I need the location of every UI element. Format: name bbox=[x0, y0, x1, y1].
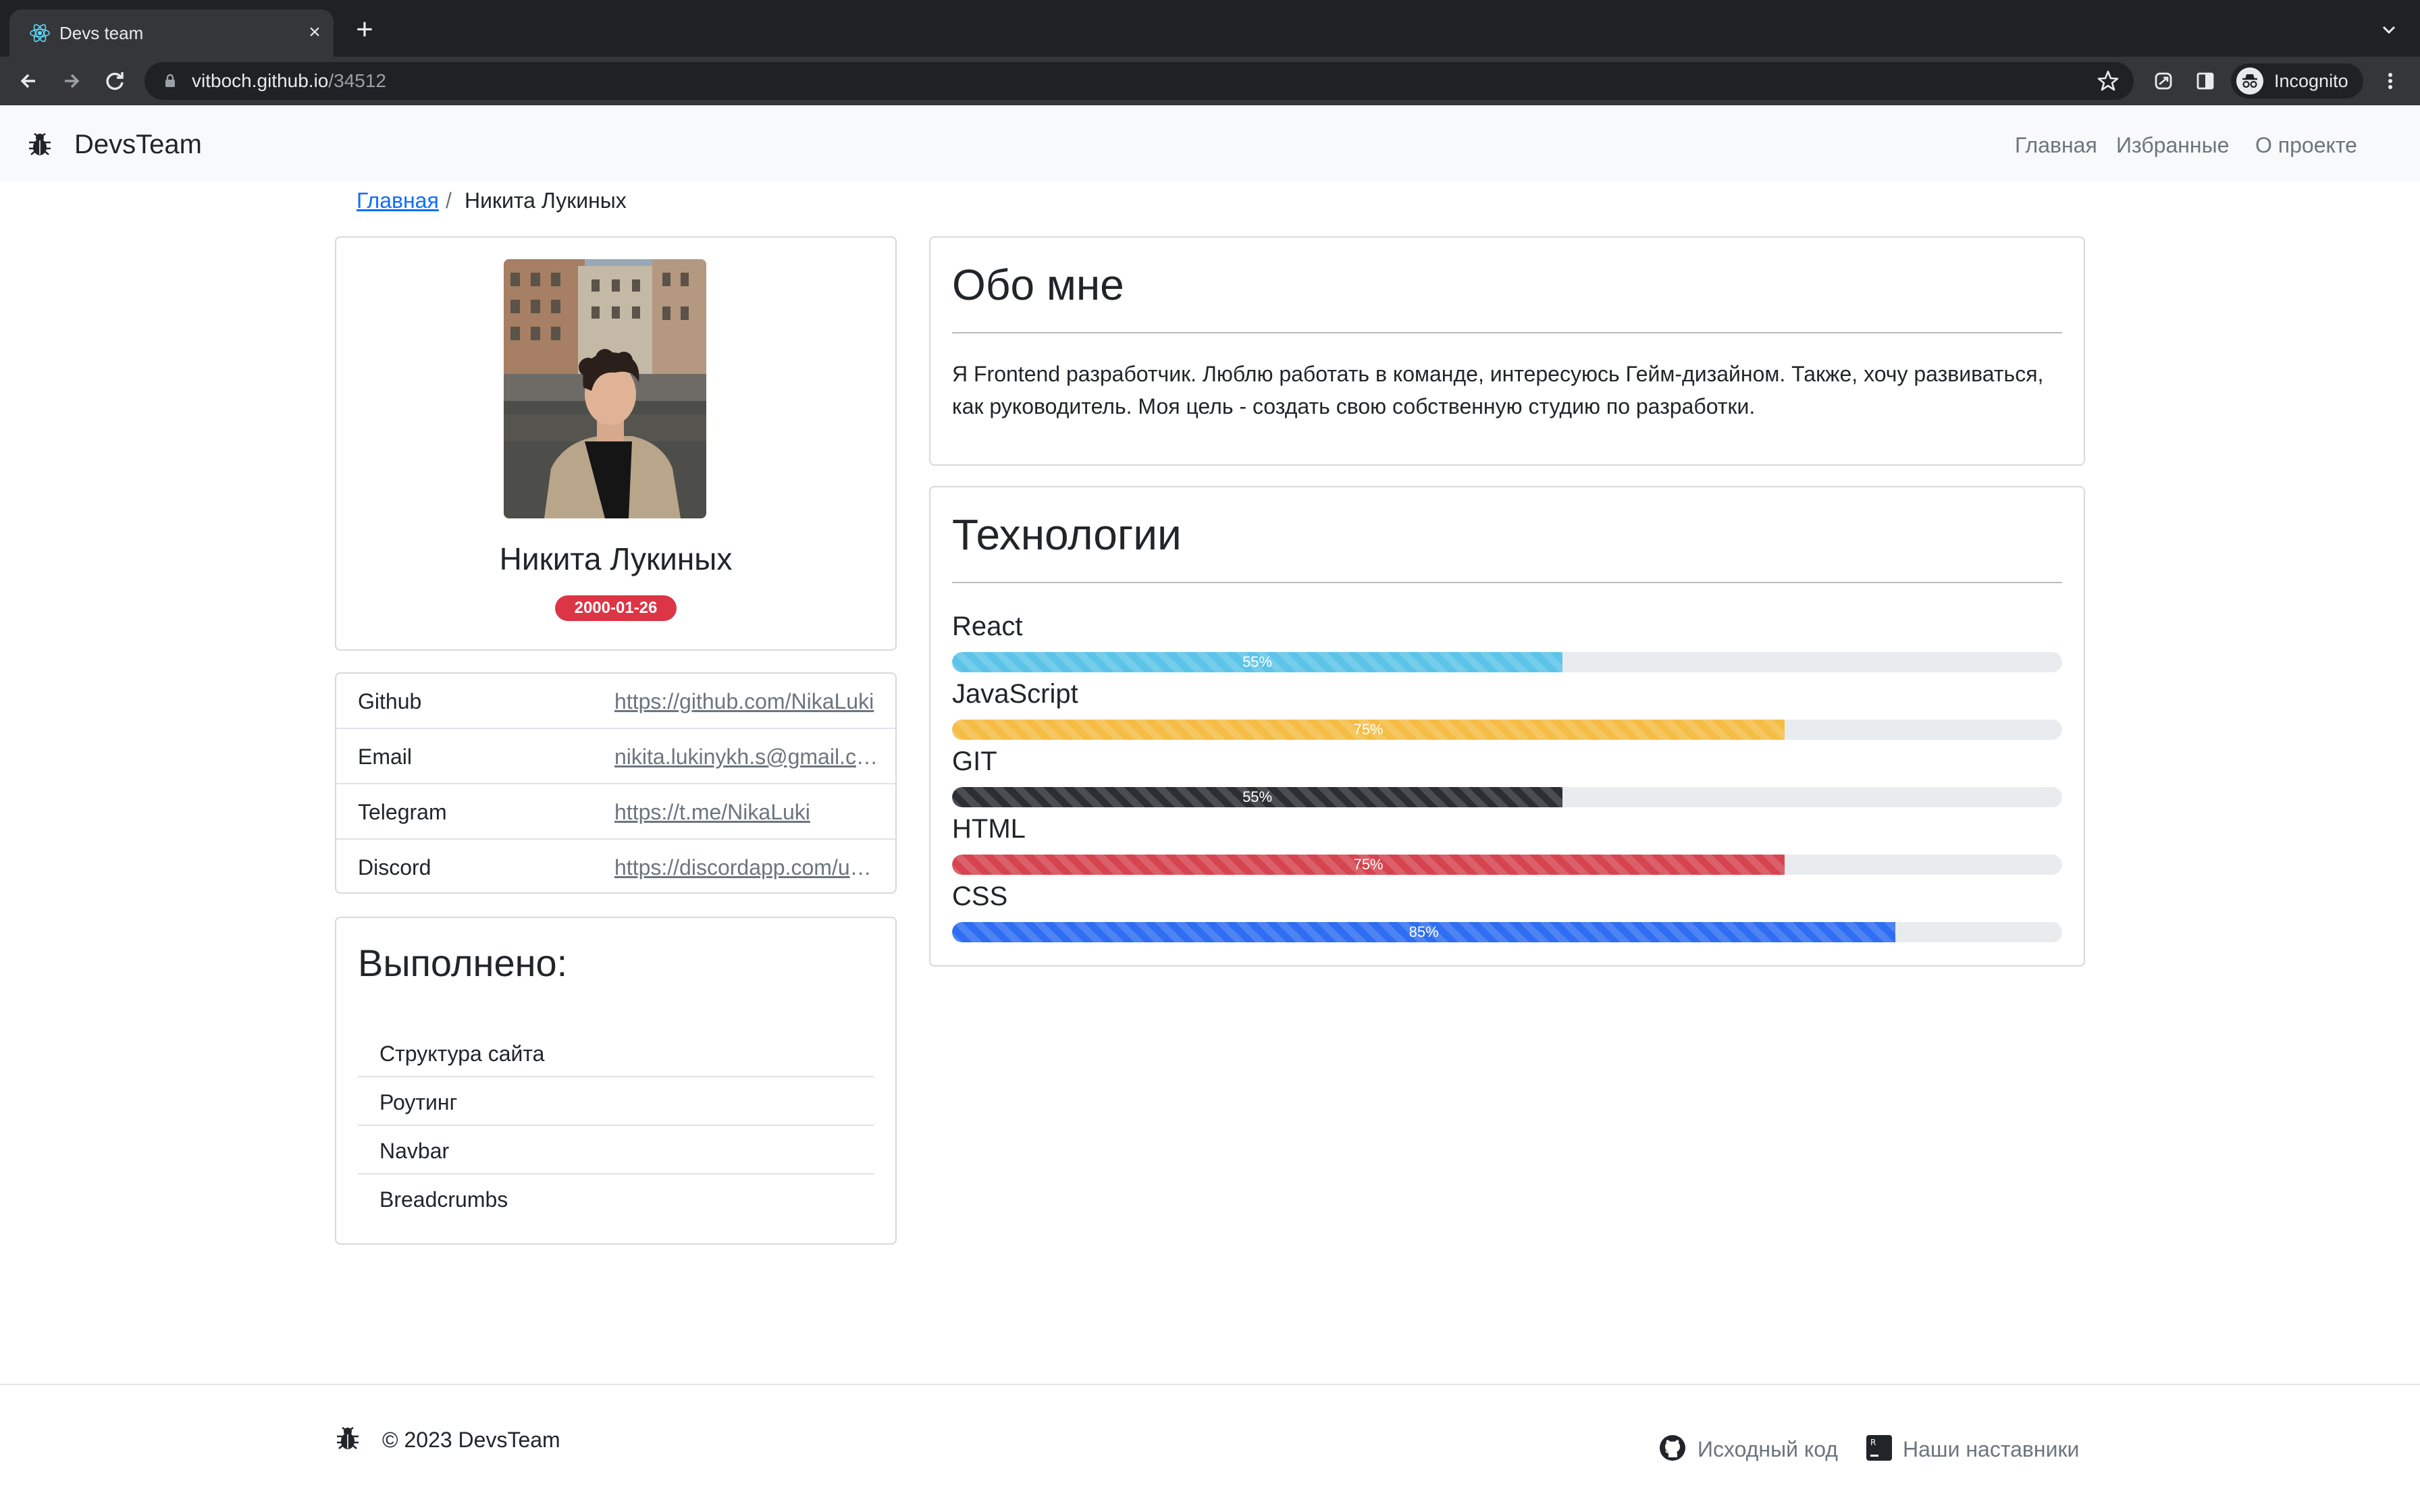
profile-photo bbox=[504, 259, 706, 518]
tab-title: Devs team bbox=[59, 23, 144, 43]
progress-html: 75% bbox=[952, 855, 2062, 875]
footer-divider bbox=[0, 1384, 2420, 1385]
contact-label: Github bbox=[358, 689, 422, 713]
skill-name-html: HTML bbox=[952, 814, 1026, 844]
progress-css: 85% bbox=[952, 922, 2062, 942]
contact-link-email[interactable]: nikita.lukinykh.s@gmail.com bbox=[614, 744, 878, 770]
done-item-label: Breadcrumbs bbox=[379, 1187, 508, 1212]
mentors-icon[interactable]: R bbox=[1865, 1434, 1893, 1462]
footer-source-link[interactable]: Исходный код bbox=[1698, 1436, 1838, 1462]
back-icon[interactable] bbox=[14, 66, 43, 96]
progress-label: 85% bbox=[1409, 923, 1439, 940]
tech-divider bbox=[952, 582, 2062, 583]
forward-icon[interactable] bbox=[57, 66, 86, 96]
react-icon bbox=[30, 24, 50, 43]
footer-mentors-link[interactable]: Наши наставники bbox=[1903, 1436, 2079, 1462]
done-item: Navbar bbox=[358, 1126, 874, 1174]
contact-link-github[interactable]: https://github.com/NikaLuki bbox=[614, 688, 878, 714]
browser-tab[interactable]: Devs team × bbox=[9, 9, 334, 57]
brand-name[interactable]: DevsTeam bbox=[74, 128, 202, 161]
progress-label: 75% bbox=[1353, 721, 1384, 738]
nav-link-home[interactable]: Главная bbox=[2015, 132, 2097, 158]
breadcrumb-separator: / bbox=[446, 188, 452, 213]
star-icon[interactable] bbox=[2095, 68, 2122, 94]
done-item-label: Структура сайта bbox=[379, 1042, 545, 1066]
nav-link-favorites[interactable]: Избранные bbox=[2116, 132, 2229, 158]
profile-name: Никита Лукиных bbox=[499, 541, 733, 576]
progress-javascript: 75% bbox=[952, 720, 2062, 740]
about-text: Я Frontend разработчик. Люблю работать в… bbox=[952, 362, 2044, 418]
about-title: Обо мне bbox=[952, 261, 1124, 309]
url-path: /34512 bbox=[328, 70, 386, 91]
bug-icon[interactable] bbox=[26, 130, 54, 159]
skill-name-react: React bbox=[952, 612, 1023, 641]
contact-row-email: Email nikita.lukinykh.s@gmail.com bbox=[336, 729, 895, 784]
birthdate-badge: 2000-01-26 bbox=[555, 595, 677, 621]
footer-copyright: © 2023 DevsTeam bbox=[382, 1428, 560, 1452]
new-tab-icon[interactable]: + bbox=[350, 15, 379, 46]
tab-search-icon[interactable] bbox=[2377, 18, 2401, 42]
address-bar[interactable] bbox=[144, 62, 2134, 100]
menu-icon[interactable] bbox=[2377, 68, 2404, 94]
tech-title: Технологии bbox=[952, 510, 1182, 559]
lock-icon[interactable] bbox=[162, 73, 178, 89]
url-host: vitboch.github.io bbox=[192, 70, 329, 91]
reload-icon[interactable] bbox=[100, 66, 130, 96]
breadcrumb-current: Никита Лукиных bbox=[465, 188, 627, 213]
extensions-icon[interactable] bbox=[2150, 68, 2177, 94]
sidepanel-icon[interactable] bbox=[2192, 68, 2219, 94]
done-item: Breadcrumbs bbox=[358, 1174, 874, 1223]
contact-label: Telegram bbox=[358, 800, 447, 824]
contact-row-discord: Discord https://discordapp.com/users bbox=[336, 840, 895, 895]
svg-text:R: R bbox=[1870, 1438, 1876, 1447]
url-text[interactable]: vitboch.github.io/34512 bbox=[192, 70, 386, 92]
incognito-icon bbox=[2236, 68, 2263, 94]
contact-row-telegram: Telegram https://t.me/NikaLuki bbox=[336, 784, 895, 840]
skill-name-git: GIT bbox=[952, 747, 997, 776]
done-item-label: Navbar bbox=[379, 1139, 450, 1163]
contact-row-github: Github https://github.com/NikaLuki bbox=[336, 674, 895, 729]
progress-react: 55% bbox=[952, 652, 2062, 672]
progress-git: 55% bbox=[952, 787, 2062, 807]
done-item: Роутинг bbox=[358, 1077, 874, 1126]
done-title: Выполнено: bbox=[358, 942, 568, 984]
breadcrumb-home-link[interactable]: Главная bbox=[357, 188, 439, 213]
tab-close-icon[interactable]: × bbox=[301, 19, 328, 46]
contact-label: Discord bbox=[358, 855, 431, 880]
nav-link-about[interactable]: О проекте bbox=[2255, 132, 2357, 158]
github-icon[interactable] bbox=[1658, 1434, 1687, 1462]
about-divider bbox=[952, 332, 2062, 333]
done-item: Структура сайта bbox=[358, 1029, 874, 1077]
skill-name-css: CSS bbox=[952, 882, 1008, 911]
bug-icon[interactable] bbox=[334, 1424, 362, 1453]
contact-label: Email bbox=[358, 745, 413, 769]
skill-name-javascript: JavaScript bbox=[952, 679, 1078, 709]
progress-label: 75% bbox=[1353, 856, 1384, 873]
contact-link-discord[interactable]: https://discordapp.com/users bbox=[614, 855, 878, 880]
incognito-label: Incognito bbox=[2274, 71, 2348, 91]
progress-label: 55% bbox=[1242, 653, 1273, 670]
contact-link-telegram[interactable]: https://t.me/NikaLuki bbox=[614, 799, 878, 825]
progress-label: 55% bbox=[1242, 788, 1273, 805]
done-item-label: Роутинг bbox=[379, 1090, 458, 1114]
